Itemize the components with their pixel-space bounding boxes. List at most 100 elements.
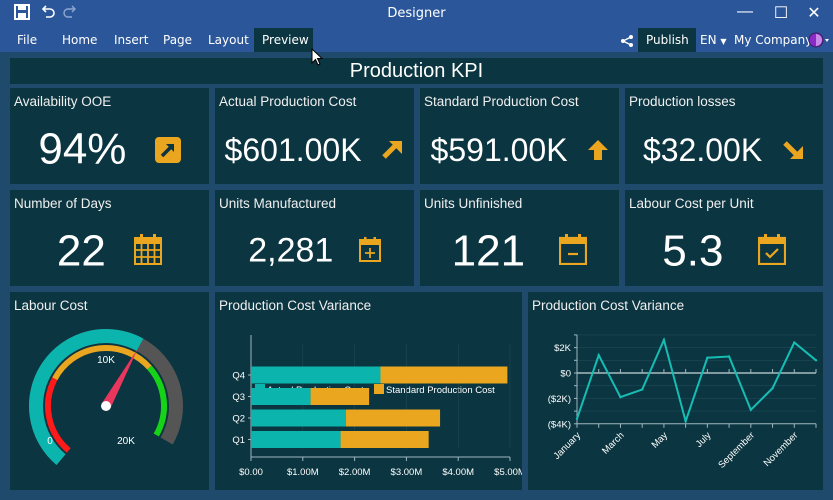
kpi-card-units-unfinished[interactable]: Units Unfinished 121 — [420, 190, 619, 286]
kpi-value: 22 — [56, 226, 106, 276]
line-point — [575, 417, 579, 420]
line-y-tick-label: ($2K) — [548, 394, 571, 405]
line-y-tick-label: ($4K) — [548, 419, 571, 430]
menu-preview[interactable]: Preview — [254, 28, 313, 52]
line-point — [749, 408, 753, 412]
line-point — [597, 354, 600, 357]
bar-x-tick-label: $1.00M — [287, 467, 319, 478]
kpi-card-units-manufactured[interactable]: Units Manufactured 2,281 — [215, 190, 414, 286]
kpi-card-number-of-days[interactable]: Number of Days 22 — [10, 190, 209, 286]
dashboard: Production KPI Availability OOE 94% Actu… — [0, 52, 833, 500]
legend-label: Standard Production Cost — [386, 385, 495, 396]
kpi-card-actual-cost[interactable]: Actual Production Cost $601.00K — [215, 88, 414, 184]
gauge-needle-hub — [101, 401, 111, 411]
kpi-value: $32.00K — [642, 132, 763, 169]
kpi-title: Standard Production Cost — [424, 94, 579, 109]
bar-segment — [340, 431, 429, 448]
calendar-grid-icon — [134, 226, 163, 276]
menu-bar: File Home Insert Page Layout Preview Pub… — [0, 28, 833, 52]
bar-category-label: Q4 — [232, 371, 245, 382]
calendar-plus-icon — [358, 232, 381, 271]
arrow-up-icon — [588, 132, 609, 169]
calendar-check-icon — [757, 226, 786, 276]
kpi-title: Actual Production Cost — [219, 94, 357, 109]
line-x-tick-label: November — [762, 430, 801, 469]
line-point — [727, 355, 731, 358]
arrow-up-right-box-icon — [154, 124, 181, 174]
bar-segment — [251, 431, 341, 448]
kpi-value: 2,281 — [248, 231, 334, 270]
kpi-value: 5.3 — [662, 226, 724, 276]
kpi-card-standard-cost[interactable]: Standard Production Cost $591.00K — [420, 88, 619, 184]
kpi-title: Production losses — [629, 94, 736, 109]
kpi-title: Units Manufactured — [219, 196, 337, 211]
line-x-tick-label: September — [716, 430, 757, 471]
mouse-cursor — [311, 47, 324, 71]
arrow-up-right-icon — [382, 132, 404, 169]
bar-x-tick-label: $0.00 — [239, 467, 263, 478]
maximize-button[interactable]: ☐ — [771, 3, 791, 23]
menu-home[interactable]: Home — [54, 28, 105, 52]
labour-cost-gauge-panel[interactable]: Labour Cost 0 10K 20K — [10, 292, 209, 490]
line-x-tick-label: July — [694, 430, 714, 450]
minimize-button[interactable]: — — [735, 3, 755, 21]
line-x-tick-label: March — [600, 430, 626, 456]
bar-category-label: Q2 — [232, 414, 245, 425]
language-label: EN — [700, 33, 717, 47]
gauge-tick-label: 20K — [117, 436, 135, 447]
bar-segment — [380, 366, 508, 384]
line-y-tick-label: $2K — [554, 343, 572, 354]
publish-button[interactable]: Publish — [638, 28, 696, 52]
gauge-chart: 0 10K 20K — [29, 329, 183, 465]
calendar-minus-icon — [559, 226, 588, 276]
kpi-card-labour-cost-per-unit[interactable]: Labour Cost per Unit 5.3 — [625, 190, 823, 286]
arrow-down-right-icon — [783, 132, 805, 169]
line-chart-panel[interactable]: Production Cost Variance $2K $0 ($2K) ($4K)… — [528, 292, 823, 490]
line-y-tick-label: $0 — [560, 369, 571, 380]
kpi-card-production-losses[interactable]: Production losses $32.00K — [625, 88, 823, 184]
bar-category-label: Q1 — [232, 435, 245, 446]
bar-segment — [251, 388, 311, 405]
bar-segment — [251, 409, 346, 427]
bar-x-tick-label: $2.00M — [339, 467, 371, 478]
line-point — [684, 420, 687, 423]
bar-segment — [251, 366, 381, 384]
bar-x-tick-label: $3.00M — [391, 467, 423, 478]
kpi-value: $591.00K — [430, 132, 568, 169]
gauge-tick-label: 0 — [47, 436, 53, 447]
menu-file[interactable]: File — [9, 28, 45, 52]
line-x-tick-label: May — [650, 430, 671, 451]
menu-layout[interactable]: Layout — [200, 28, 257, 52]
line-series — [576, 336, 817, 425]
user-avatar[interactable] — [800, 28, 830, 52]
close-button[interactable]: ✕ — [804, 3, 824, 23]
line-point — [706, 356, 709, 359]
line-point — [640, 388, 644, 391]
kpi-title: Availability OOE — [14, 94, 112, 109]
bar-segment — [310, 388, 370, 405]
menu-page[interactable]: Page — [155, 28, 200, 52]
kpi-value: 94% — [38, 124, 127, 174]
kpi-title: Labour Cost per Unit — [629, 196, 754, 211]
kpi-value: 121 — [451, 226, 526, 276]
bar-category-label: Q3 — [232, 392, 245, 403]
title-bar: Designer — ☐ ✕ — [0, 0, 833, 28]
menu-insert[interactable]: Insert — [106, 28, 156, 52]
line-point — [619, 395, 622, 399]
line-x-tick-label: January — [551, 430, 583, 462]
line-point — [662, 338, 666, 342]
gauge-tick-label: 10K — [97, 355, 115, 366]
bar-x-tick-label: $5.00M — [494, 467, 522, 478]
line-chart: $2K $0 ($2K) ($4K)January March May July Septem… — [548, 334, 818, 471]
kpi-card-availability[interactable]: Availability OOE 94% — [10, 88, 209, 184]
bar-chart-panel[interactable]: Production Cost Variance Actual Producti… — [215, 292, 522, 490]
line-point — [771, 387, 774, 390]
gauge-range-band — [147, 365, 167, 437]
kpi-title: Number of Days — [14, 196, 112, 211]
bar-x-tick-label: $4.00M — [442, 467, 474, 478]
kpi-value: $601.00K — [224, 132, 362, 169]
bar-chart: Actual Production CostStandard Productio… — [232, 335, 522, 478]
window-title: Designer — [387, 6, 446, 21]
kpi-title: Units Unfinished — [424, 196, 523, 211]
dashboard-title: Production KPI — [10, 58, 823, 84]
